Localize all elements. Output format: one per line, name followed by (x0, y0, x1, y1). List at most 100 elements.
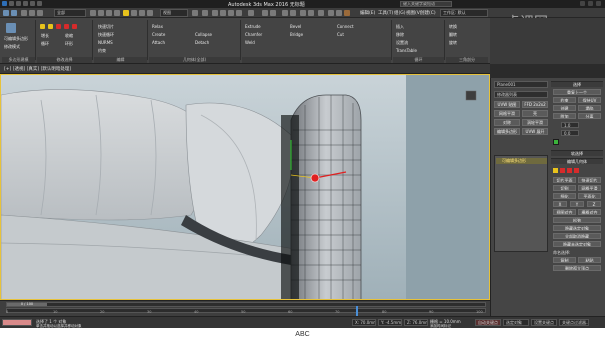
reference-coord-dropdown[interactable]: 视图 (160, 9, 188, 17)
key-filters-button[interactable]: 关键点过滤器... (559, 319, 589, 326)
repeat-last-button[interactable]: 重复上一个 (553, 89, 601, 95)
modifier-button[interactable]: UVW 展开 (522, 128, 548, 135)
menu-item[interactable]: 创建(C) (420, 10, 436, 16)
maxscript-listener[interactable] (2, 319, 32, 326)
ribbon-item[interactable]: 增长 (41, 33, 49, 39)
ribbon-item[interactable]: Cut (337, 32, 344, 37)
scale-icon[interactable] (139, 10, 145, 16)
ribbon-item[interactable]: 快速循环 (98, 32, 114, 38)
align-icon[interactable] (270, 10, 276, 16)
ribbon-item[interactable]: Create (152, 32, 165, 37)
redo-icon[interactable] (37, 1, 42, 6)
undo-icon[interactable] (3, 10, 9, 16)
paste-button[interactable]: 粘贴 (578, 257, 601, 263)
object-name-field[interactable]: Plane001 (494, 81, 548, 88)
auto-key-button[interactable]: 自动关键点 (475, 319, 501, 326)
ribbon-item[interactable]: Attach (152, 40, 165, 45)
material-editor-icon[interactable] (318, 10, 324, 16)
menu-item[interactable]: 编辑(E) (360, 10, 375, 16)
modifier-button[interactable]: 网格平滑 (494, 110, 520, 117)
open-file-icon[interactable] (16, 1, 21, 6)
constraint-button[interactable]: 约束 (553, 97, 576, 103)
ribbon-item[interactable]: Bridge (290, 32, 303, 37)
ribbon-item[interactable]: 环形 (65, 41, 73, 47)
modifier-list-dropdown[interactable]: 修改器列表 (494, 91, 548, 98)
polygon-icon[interactable] (64, 24, 69, 29)
rect-selection-icon[interactable] (106, 10, 112, 16)
undo-icon[interactable] (30, 1, 35, 6)
modifier-button[interactable]: UVW 贴图 (494, 101, 520, 108)
planarize-button[interactable]: 平面化 (578, 193, 601, 199)
planarize-z-button[interactable]: Z (587, 201, 601, 207)
ribbon-item[interactable]: 插入 (396, 24, 404, 30)
ribbon-item[interactable]: 约束 (98, 48, 106, 54)
minimize-icon[interactable] (580, 1, 585, 6)
modifier-button[interactable]: 涡轮平滑 (522, 119, 548, 126)
hide-unselected-button[interactable]: 隐藏未选定对象 (553, 241, 601, 247)
unhide-all-button[interactable]: 全部取消隐藏 (553, 233, 601, 239)
hide-selected-button[interactable]: 隐藏选定对象 (553, 225, 601, 231)
meshsmooth-button[interactable]: 网格平滑 (578, 185, 601, 191)
detach-button[interactable]: 分离 (578, 113, 601, 119)
time-slider-thumb[interactable]: 0 / 100 (7, 302, 47, 306)
spinner-snap-icon[interactable] (236, 10, 242, 16)
ribbon-item[interactable]: Bevel (290, 24, 301, 29)
ribbon-item[interactable]: 转换 (449, 24, 457, 30)
window-crossing-icon[interactable] (114, 10, 120, 16)
link-icon[interactable] (21, 10, 27, 16)
schematic-view-icon[interactable] (308, 10, 314, 16)
color-swatch-green[interactable] (553, 139, 559, 145)
collapse-button[interactable]: 塌陷 (578, 105, 601, 111)
time-ruler[interactable] (6, 308, 486, 313)
viewport-label[interactable]: [+] [透视] [真实] [默认明暗处理] (4, 66, 71, 72)
mirror-icon[interactable] (262, 10, 268, 16)
polygon-mode-icon[interactable] (574, 168, 579, 173)
grid-align-button[interactable]: 栅格对齐 (578, 209, 601, 215)
slice-plane-button[interactable]: 切片平面 (553, 177, 576, 183)
perspective-viewport[interactable] (0, 74, 490, 300)
set-key-button[interactable]: 设置关键点 (531, 319, 557, 326)
ribbon-item[interactable]: 移除 (396, 32, 404, 38)
rotate-icon[interactable] (131, 10, 137, 16)
layer-manager-icon[interactable] (282, 10, 288, 16)
ribbon-item[interactable]: 快速切片 (98, 24, 114, 30)
modifier-button[interactable]: FFD 2x2x2 (522, 101, 548, 108)
relax-button[interactable]: 松弛 (553, 217, 601, 223)
modifier-button[interactable]: 对称 (494, 119, 520, 126)
app-logo-icon[interactable] (2, 1, 7, 6)
y-coordinate-field[interactable]: Y: -4.5mm (378, 319, 402, 326)
curve-editor-icon[interactable] (300, 10, 306, 16)
edit-named-selections-icon[interactable] (248, 10, 254, 16)
rollout-soft-selection-header[interactable]: 软选择 (551, 150, 603, 156)
place-icon[interactable] (147, 10, 153, 16)
attach-button[interactable]: 附加 (553, 113, 576, 119)
ribbon-item[interactable]: 可编辑多边形 (4, 36, 28, 42)
ribbon-item[interactable]: Collapse (195, 32, 212, 37)
element-icon[interactable] (72, 24, 77, 29)
render-setup-icon[interactable] (328, 10, 334, 16)
graphite-toggle-icon[interactable] (290, 10, 296, 16)
angle-snap-icon[interactable] (220, 10, 226, 16)
rollout-selection-header[interactable]: 选择 (551, 81, 603, 87)
workspace-dropdown[interactable]: 工作区: 默认 (440, 9, 488, 17)
ribbon-item[interactable]: 翻转 (449, 32, 457, 38)
redo-icon[interactable] (11, 10, 17, 16)
search-input[interactable]: 键入关键字或短语 (400, 1, 452, 7)
viewport-scene[interactable] (1, 75, 490, 300)
stack-item-editable-poly[interactable]: 可编辑多边形 (496, 158, 547, 164)
quick-slice-button[interactable]: 快速切片 (578, 177, 601, 183)
rendered-frame-icon[interactable] (336, 10, 342, 16)
selected-dropdown[interactable]: 选定对象 (503, 319, 529, 326)
modifier-button[interactable]: 壳 (522, 110, 548, 117)
select-object-icon[interactable] (90, 10, 96, 16)
planarize-x-button[interactable]: X (553, 201, 567, 207)
vertex-icon[interactable] (40, 24, 45, 29)
new-file-icon[interactable] (9, 1, 14, 6)
ribbon-item[interactable]: Chamfer (245, 32, 262, 37)
time-slider[interactable]: 0 / 100 (6, 302, 486, 307)
ribbon-item[interactable]: TransTable (396, 48, 417, 53)
border-mode-icon[interactable] (567, 168, 572, 173)
create-button[interactable]: 创建 (553, 105, 576, 111)
rollout-edit-geometry-header[interactable]: 编辑几何体 (551, 158, 603, 164)
save-icon[interactable] (23, 1, 28, 6)
